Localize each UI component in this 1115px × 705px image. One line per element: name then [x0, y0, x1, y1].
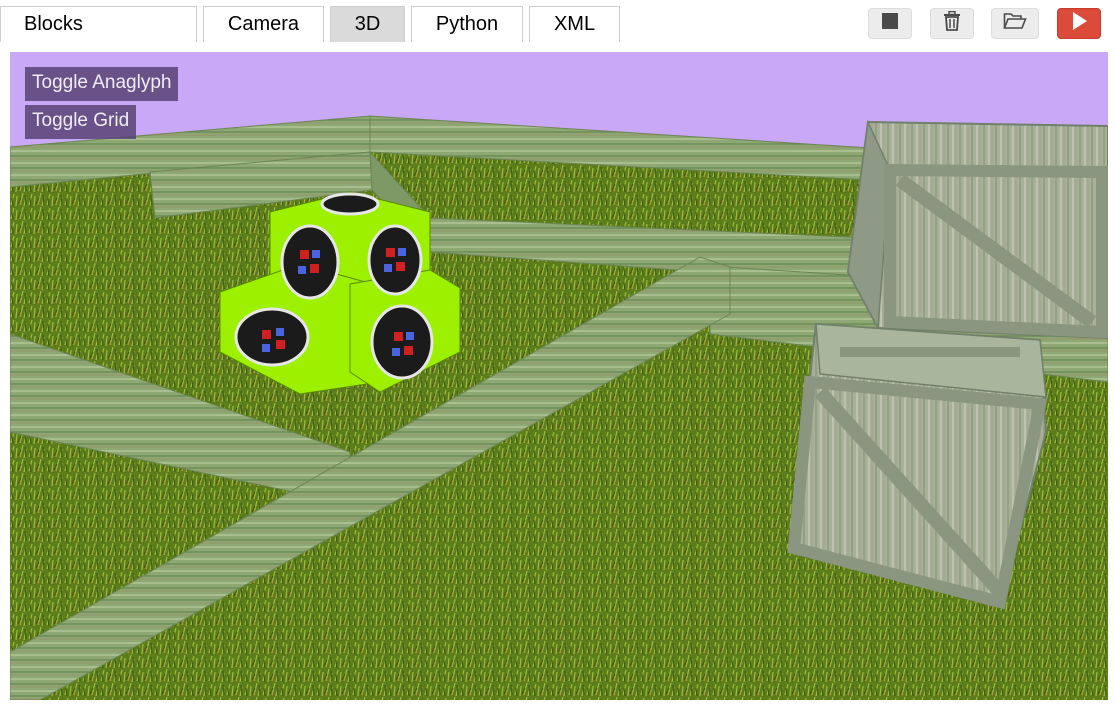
- tab-blocks[interactable]: Blocks: [0, 6, 197, 42]
- crate-top: [846, 119, 1108, 340]
- stop-button[interactable]: [868, 8, 912, 39]
- run-button[interactable]: [1057, 8, 1101, 39]
- toggle-anaglyph-button[interactable]: Toggle Anaglyph: [25, 67, 179, 101]
- folder-open-icon: [1003, 12, 1027, 35]
- play-icon: [1070, 11, 1088, 36]
- trash-icon: [943, 10, 961, 36]
- tab-camera[interactable]: Camera: [203, 6, 324, 42]
- tab-bar: Blocks Camera 3D Python XML: [0, 0, 1115, 44]
- 3d-scene: [10, 52, 1108, 700]
- delete-button[interactable]: [930, 8, 974, 39]
- 3d-viewport[interactable]: Toggle Anaglyph Toggle Grid: [10, 52, 1108, 700]
- toggle-grid-button[interactable]: Toggle Grid: [25, 105, 137, 139]
- stop-square-icon: [881, 12, 899, 35]
- open-button[interactable]: [991, 8, 1039, 39]
- tab-python[interactable]: Python: [411, 6, 523, 42]
- tab-xml[interactable]: XML: [529, 6, 620, 42]
- tab-3d[interactable]: 3D: [330, 6, 405, 42]
